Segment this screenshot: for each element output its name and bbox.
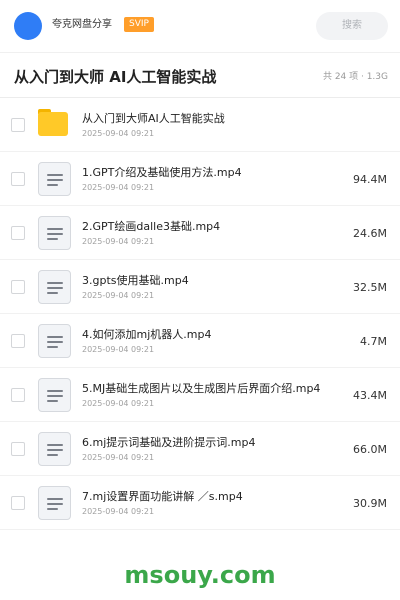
select-checkbox[interactable] xyxy=(11,118,25,132)
file-list: 从入门到大师AI人工智能实战 2025-09-04 09:21 1.GPT介绍及… xyxy=(0,98,400,530)
list-item[interactable]: 6.mj提示词基础及进阶提示词.mp4 2025-09-04 09:21 66.… xyxy=(0,422,400,476)
list-item[interactable]: 3.gpts使用基础.mp4 2025-09-04 09:21 32.5M xyxy=(0,260,400,314)
file-size: 24.6M xyxy=(353,227,387,240)
file-name: 1.GPT介绍及基础使用方法.mp4 xyxy=(82,166,242,179)
file-date: 2025-09-04 09:21 xyxy=(82,183,155,192)
video-file-icon xyxy=(38,486,71,520)
video-file-icon xyxy=(38,162,71,196)
file-name: 5.MJ基础生成图片以及生成图片后界面介绍.mp4 xyxy=(82,382,321,395)
list-item[interactable]: 7.mj设置界面功能讲解 ／s.mp4 2025-09-04 09:21 30.… xyxy=(0,476,400,530)
select-checkbox[interactable] xyxy=(11,226,25,240)
avatar[interactable] xyxy=(14,12,42,40)
video-file-icon xyxy=(38,216,71,250)
select-checkbox[interactable] xyxy=(11,172,25,186)
search-input[interactable]: 搜索 xyxy=(316,12,388,40)
folder-title-bar: 从入门到大师 AI人工智能实战 共 24 项 · 1.3G xyxy=(0,52,400,98)
file-date: 2025-09-04 09:21 xyxy=(82,291,155,300)
file-date: 2025-09-04 09:21 xyxy=(82,345,155,354)
select-checkbox[interactable] xyxy=(11,496,25,510)
app-name: 夸克网盘分享 xyxy=(52,19,112,30)
list-item[interactable]: 5.MJ基础生成图片以及生成图片后界面介绍.mp4 2025-09-04 09:… xyxy=(0,368,400,422)
file-name: 3.gpts使用基础.mp4 xyxy=(82,274,189,287)
folder-icon xyxy=(38,109,68,136)
file-size: 32.5M xyxy=(353,281,387,294)
footer: msouy.com xyxy=(0,548,400,600)
page-title: 从入门到大师 AI人工智能实战 xyxy=(14,68,217,86)
video-file-icon xyxy=(38,378,71,412)
file-date: 2025-09-04 09:21 xyxy=(82,507,155,516)
share-header: 夸克网盘分享 SVIP 搜索 xyxy=(0,0,400,52)
file-name: 从入门到大师AI人工智能实战 xyxy=(82,112,225,125)
file-date: 2025-09-04 09:21 xyxy=(82,129,155,138)
select-checkbox[interactable] xyxy=(11,280,25,294)
video-file-icon xyxy=(38,324,71,358)
file-date: 2025-09-04 09:21 xyxy=(82,399,155,408)
watermark-text: msouy.com xyxy=(124,561,276,589)
file-size: 4.7M xyxy=(360,335,387,348)
folder-summary: 共 24 项 · 1.3G xyxy=(322,72,388,82)
list-item[interactable]: 4.如何添加mj机器人.mp4 2025-09-04 09:21 4.7M xyxy=(0,314,400,368)
file-name: 7.mj设置界面功能讲解 ／s.mp4 xyxy=(82,490,243,503)
file-size: 43.4M xyxy=(353,389,387,402)
file-date: 2025-09-04 09:21 xyxy=(82,453,155,462)
file-size: 66.0M xyxy=(353,443,387,456)
list-item[interactable]: 2.GPT绘画dalle3基础.mp4 2025-09-04 09:21 24.… xyxy=(0,206,400,260)
select-checkbox[interactable] xyxy=(11,334,25,348)
svip-badge: SVIP xyxy=(124,17,154,32)
list-item[interactable]: 1.GPT介绍及基础使用方法.mp4 2025-09-04 09:21 94.4… xyxy=(0,152,400,206)
file-name: 6.mj提示词基础及进阶提示词.mp4 xyxy=(82,436,256,449)
list-item[interactable]: 从入门到大师AI人工智能实战 2025-09-04 09:21 xyxy=(0,98,400,152)
file-size: 94.4M xyxy=(353,173,387,186)
video-file-icon xyxy=(38,270,71,304)
file-name: 2.GPT绘画dalle3基础.mp4 xyxy=(82,220,221,233)
select-checkbox[interactable] xyxy=(11,388,25,402)
file-size: 30.9M xyxy=(353,497,387,510)
file-date: 2025-09-04 09:21 xyxy=(82,237,155,246)
select-checkbox[interactable] xyxy=(11,442,25,456)
video-file-icon xyxy=(38,432,71,466)
file-name: 4.如何添加mj机器人.mp4 xyxy=(82,328,212,341)
